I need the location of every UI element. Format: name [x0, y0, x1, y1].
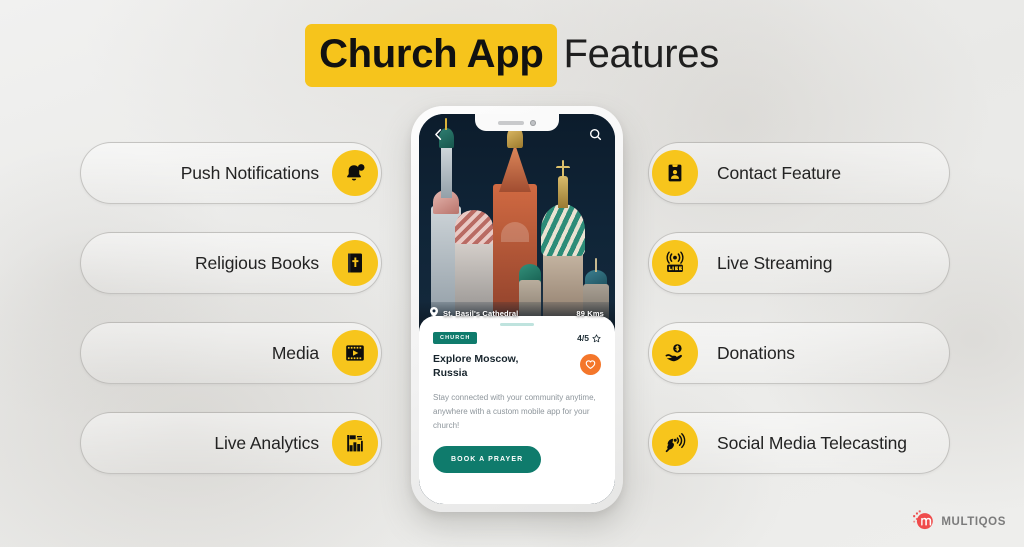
- speaker-icon: [498, 120, 524, 125]
- infographic-canvas: Church App Features Push Notifications Re…: [0, 0, 1024, 547]
- card-meta-row: CHURCH 4/5: [433, 332, 601, 344]
- location-name: St. Basil's Cathedral: [443, 308, 519, 318]
- feature-label: Contact Feature: [717, 162, 841, 183]
- feature-pill-media[interactable]: Media: [80, 322, 382, 384]
- location-bar: St. Basil's Cathedral 89 Kms: [419, 304, 615, 322]
- phone-notch: [475, 114, 559, 131]
- card-description: Stay connected with your community anyti…: [433, 392, 596, 431]
- cathedral-hero-image: St. Basil's Cathedral 89 Kms: [419, 114, 615, 328]
- satellite-dish-icon: [652, 420, 698, 466]
- title-rest: Features: [563, 32, 719, 76]
- logo-text: MULTIQOS: [941, 515, 1006, 528]
- feature-label: Live Streaming: [717, 252, 833, 273]
- features-left-column: Push Notifications Religious Books Media…: [80, 142, 382, 474]
- category-badge: CHURCH: [433, 332, 478, 344]
- bible-book-icon: [332, 240, 378, 286]
- feature-pill-donations[interactable]: Donations: [648, 322, 950, 384]
- features-right-column: Contact Feature Live Streaming Donations…: [648, 142, 950, 474]
- location-pin-icon: [430, 304, 438, 322]
- card-title-row: Explore Moscow, Russia: [433, 353, 601, 381]
- contact-card-icon: [652, 150, 698, 196]
- heart-icon: [585, 359, 596, 370]
- detail-card: CHURCH 4/5 Explore Moscow, Russia Stay c…: [419, 316, 615, 504]
- rating-group: 4/5: [577, 333, 601, 343]
- page-title: Church App Features: [0, 24, 1024, 87]
- title-highlight: Church App: [305, 24, 558, 87]
- feature-label: Live Analytics: [214, 432, 319, 453]
- multiqos-m-icon: [912, 510, 935, 533]
- feature-label: Donations: [717, 342, 795, 363]
- live-broadcast-icon: [652, 240, 698, 286]
- feature-pill-live-streaming[interactable]: Live Streaming: [648, 232, 950, 294]
- rating-value: 4/5: [577, 333, 589, 343]
- feature-label: Religious Books: [195, 252, 319, 273]
- feature-label: Social Media Telecasting: [717, 432, 907, 453]
- feature-pill-religious-books[interactable]: Religious Books: [80, 232, 382, 294]
- multiqos-logo: MULTIQOS: [912, 510, 1006, 533]
- film-play-icon: [332, 330, 378, 376]
- bar-chart-icon: [332, 420, 378, 466]
- feature-pill-contact-feature[interactable]: Contact Feature: [648, 142, 950, 204]
- phone-mockup: St. Basil's Cathedral 89 Kms CHURCH 4/5: [411, 106, 623, 512]
- feature-label: Media: [271, 342, 319, 363]
- hand-coin-icon: [652, 330, 698, 376]
- phone-screen: St. Basil's Cathedral 89 Kms CHURCH 4/5: [419, 114, 615, 504]
- chevron-left-icon[interactable]: [432, 128, 445, 141]
- bell-icon: [332, 150, 378, 196]
- camera-icon: [530, 119, 536, 126]
- star-outline-icon: [592, 333, 601, 343]
- card-title: Explore Moscow, Russia: [433, 353, 519, 379]
- favorite-button[interactable]: [580, 354, 601, 375]
- feature-pill-social-media-telecasting[interactable]: Social Media Telecasting: [648, 412, 950, 474]
- card-grabber[interactable]: [500, 323, 534, 326]
- location-distance: 89 Kms: [576, 308, 604, 318]
- search-icon[interactable]: [589, 128, 602, 141]
- feature-label: Push Notifications: [180, 162, 319, 183]
- feature-pill-push-notifications[interactable]: Push Notifications: [80, 142, 382, 204]
- book-a-prayer-button[interactable]: BOOK A PRAYER: [433, 446, 542, 474]
- feature-pill-live-analytics[interactable]: Live Analytics: [80, 412, 382, 474]
